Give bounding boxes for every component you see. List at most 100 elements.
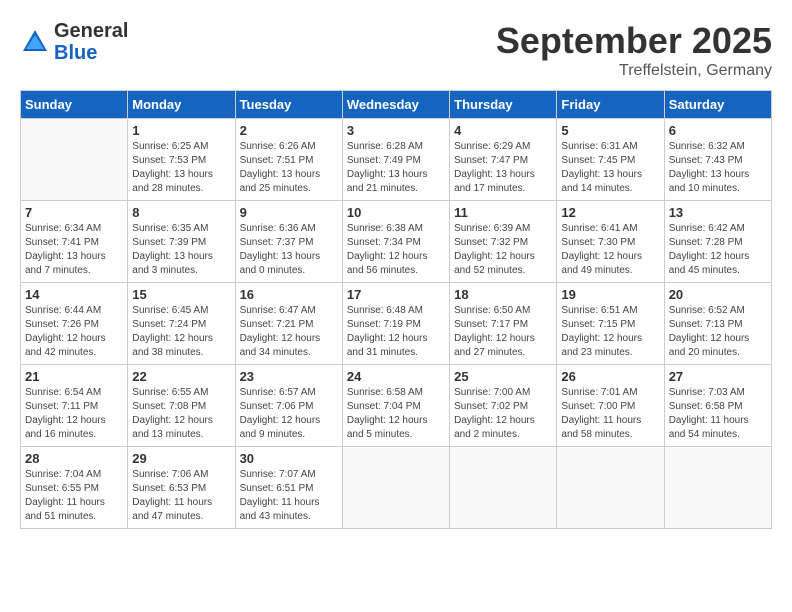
calendar-cell (664, 447, 771, 529)
day-number: 12 (561, 205, 659, 220)
day-info: Sunrise: 7:06 AM Sunset: 6:53 PM Dayligh… (132, 468, 230, 524)
logo-blue: Blue (54, 42, 128, 64)
day-info: Sunrise: 6:41 AM Sunset: 7:30 PM Dayligh… (561, 222, 659, 278)
day-header-monday: Monday (128, 91, 235, 119)
day-info: Sunrise: 6:32 AM Sunset: 7:43 PM Dayligh… (669, 140, 767, 196)
day-number: 3 (347, 123, 445, 138)
day-info: Sunrise: 6:47 AM Sunset: 7:21 PM Dayligh… (240, 304, 338, 360)
day-number: 24 (347, 369, 445, 384)
day-number: 10 (347, 205, 445, 220)
day-number: 23 (240, 369, 338, 384)
day-info: Sunrise: 6:25 AM Sunset: 7:53 PM Dayligh… (132, 140, 230, 196)
day-info: Sunrise: 7:01 AM Sunset: 7:00 PM Dayligh… (561, 386, 659, 442)
day-info: Sunrise: 7:04 AM Sunset: 6:55 PM Dayligh… (25, 468, 123, 524)
calendar-cell: 21 Sunrise: 6:54 AM Sunset: 7:11 PM Dayli… (21, 365, 128, 447)
day-number: 21 (25, 369, 123, 384)
day-info: Sunrise: 6:45 AM Sunset: 7:24 PM Dayligh… (132, 304, 230, 360)
day-info: Sunrise: 6:39 AM Sunset: 7:32 PM Dayligh… (454, 222, 552, 278)
calendar-cell: 17Sunrise: 6:48 AM Sunset: 7:19 PM Dayli… (342, 283, 449, 365)
day-number: 8 (132, 205, 230, 220)
day-info: Sunrise: 6:50 AM Sunset: 7:17 PM Dayligh… (454, 304, 552, 360)
calendar-cell: 20 Sunrise: 6:52 AM Sunset: 7:13 PM Dayli… (664, 283, 771, 365)
day-number: 4 (454, 123, 552, 138)
calendar-cell: 30Sunrise: 7:07 AM Sunset: 6:51 PM Dayli… (235, 447, 342, 529)
calendar-cell: 16Sunrise: 6:47 AM Sunset: 7:21 PM Dayli… (235, 283, 342, 365)
day-info: Sunrise: 6:26 AM Sunset: 7:51 PM Dayligh… (240, 140, 338, 196)
day-header-tuesday: Tuesday (235, 91, 342, 119)
day-number: 1 (132, 123, 230, 138)
calendar-cell: 8 Sunrise: 6:35 AM Sunset: 7:39 PM Daylig… (128, 201, 235, 283)
location-subtitle: Treffelstein, Germany (496, 62, 772, 80)
calendar-cell: 7Sunrise: 6:34 AM Sunset: 7:41 PM Daylig… (21, 201, 128, 283)
day-header-friday: Friday (557, 91, 664, 119)
calendar-cell (21, 119, 128, 201)
day-number: 25 (454, 369, 552, 384)
day-info: Sunrise: 6:58 AM Sunset: 7:04 PM Dayligh… (347, 386, 445, 442)
logo: General Blue (20, 20, 128, 64)
calendar-cell: 28 Sunrise: 7:04 AM Sunset: 6:55 PM Dayli… (21, 447, 128, 529)
day-number: 15 (132, 287, 230, 302)
day-info: Sunrise: 7:03 AM Sunset: 6:58 PM Dayligh… (669, 386, 767, 442)
calendar-cell: 3 Sunrise: 6:28 AM Sunset: 7:49 PM Daylig… (342, 119, 449, 201)
day-info: Sunrise: 6:34 AM Sunset: 7:41 PM Dayligh… (25, 222, 123, 278)
day-number: 11 (454, 205, 552, 220)
day-number: 9 (240, 205, 338, 220)
day-info: Sunrise: 6:44 AM Sunset: 7:26 PM Dayligh… (25, 304, 123, 360)
title-block: September 2025 Treffelstein, Germany (496, 20, 772, 80)
week-row-2: 7Sunrise: 6:34 AM Sunset: 7:41 PM Daylig… (21, 201, 772, 283)
day-number: 28 (25, 451, 123, 466)
calendar-cell: 19 Sunrise: 6:51 AM Sunset: 7:15 PM Dayli… (557, 283, 664, 365)
week-row-5: 28 Sunrise: 7:04 AM Sunset: 6:55 PM Dayli… (21, 447, 772, 529)
day-info: Sunrise: 6:28 AM Sunset: 7:49 PM Dayligh… (347, 140, 445, 196)
day-number: 19 (561, 287, 659, 302)
calendar-table: SundayMondayTuesdayWednesdayThursdayFrid… (20, 90, 772, 529)
day-info: Sunrise: 6:42 AM Sunset: 7:28 PM Dayligh… (669, 222, 767, 278)
day-number: 20 (669, 287, 767, 302)
day-number: 27 (669, 369, 767, 384)
day-info: Sunrise: 6:29 AM Sunset: 7:47 PM Dayligh… (454, 140, 552, 196)
week-row-4: 21 Sunrise: 6:54 AM Sunset: 7:11 PM Dayli… (21, 365, 772, 447)
week-row-3: 14 Sunrise: 6:44 AM Sunset: 7:26 PM Dayli… (21, 283, 772, 365)
calendar-cell: 18 Sunrise: 6:50 AM Sunset: 7:17 PM Dayli… (450, 283, 557, 365)
logo-icon (20, 27, 50, 57)
day-number: 6 (669, 123, 767, 138)
days-header-row: SundayMondayTuesdayWednesdayThursdayFrid… (21, 91, 772, 119)
day-info: Sunrise: 6:55 AM Sunset: 7:08 PM Dayligh… (132, 386, 230, 442)
calendar-cell: 11 Sunrise: 6:39 AM Sunset: 7:32 PM Dayli… (450, 201, 557, 283)
day-info: Sunrise: 6:52 AM Sunset: 7:13 PM Dayligh… (669, 304, 767, 360)
calendar-cell (450, 447, 557, 529)
day-header-wednesday: Wednesday (342, 91, 449, 119)
week-row-1: 1 Sunrise: 6:25 AM Sunset: 7:53 PM Daylig… (21, 119, 772, 201)
calendar-cell: 10 Sunrise: 6:38 AM Sunset: 7:34 PM Dayli… (342, 201, 449, 283)
calendar-cell: 26Sunrise: 7:01 AM Sunset: 7:00 PM Dayli… (557, 365, 664, 447)
logo-general: General (54, 20, 128, 42)
day-info: Sunrise: 6:35 AM Sunset: 7:39 PM Dayligh… (132, 222, 230, 278)
calendar-cell: 25 Sunrise: 7:00 AM Sunset: 7:02 PM Dayli… (450, 365, 557, 447)
page-header: General Blue September 2025 Treffelstein… (20, 20, 772, 80)
calendar-cell: 15 Sunrise: 6:45 AM Sunset: 7:24 PM Dayli… (128, 283, 235, 365)
calendar-cell: 13 Sunrise: 6:42 AM Sunset: 7:28 PM Dayli… (664, 201, 771, 283)
day-info: Sunrise: 6:57 AM Sunset: 7:06 PM Dayligh… (240, 386, 338, 442)
calendar-cell: 4 Sunrise: 6:29 AM Sunset: 7:47 PM Daylig… (450, 119, 557, 201)
day-info: Sunrise: 7:07 AM Sunset: 6:51 PM Dayligh… (240, 468, 338, 524)
day-number: 13 (669, 205, 767, 220)
day-number: 17 (347, 287, 445, 302)
calendar-cell: 14 Sunrise: 6:44 AM Sunset: 7:26 PM Dayli… (21, 283, 128, 365)
day-number: 18 (454, 287, 552, 302)
day-info: Sunrise: 6:54 AM Sunset: 7:11 PM Dayligh… (25, 386, 123, 442)
calendar-cell: 2Sunrise: 6:26 AM Sunset: 7:51 PM Daylig… (235, 119, 342, 201)
calendar-cell: 27 Sunrise: 7:03 AM Sunset: 6:58 PM Dayli… (664, 365, 771, 447)
day-number: 14 (25, 287, 123, 302)
day-info: Sunrise: 7:00 AM Sunset: 7:02 PM Dayligh… (454, 386, 552, 442)
calendar-cell: 29Sunrise: 7:06 AM Sunset: 6:53 PM Dayli… (128, 447, 235, 529)
calendar-cell: 12 Sunrise: 6:41 AM Sunset: 7:30 PM Dayli… (557, 201, 664, 283)
day-header-sunday: Sunday (21, 91, 128, 119)
calendar-cell: 1 Sunrise: 6:25 AM Sunset: 7:53 PM Daylig… (128, 119, 235, 201)
day-info: Sunrise: 6:38 AM Sunset: 7:34 PM Dayligh… (347, 222, 445, 278)
calendar-cell: 9Sunrise: 6:36 AM Sunset: 7:37 PM Daylig… (235, 201, 342, 283)
day-info: Sunrise: 6:51 AM Sunset: 7:15 PM Dayligh… (561, 304, 659, 360)
month-title: September 2025 (496, 20, 772, 62)
day-number: 22 (132, 369, 230, 384)
calendar-cell: 5Sunrise: 6:31 AM Sunset: 7:45 PM Daylig… (557, 119, 664, 201)
calendar-cell (557, 447, 664, 529)
